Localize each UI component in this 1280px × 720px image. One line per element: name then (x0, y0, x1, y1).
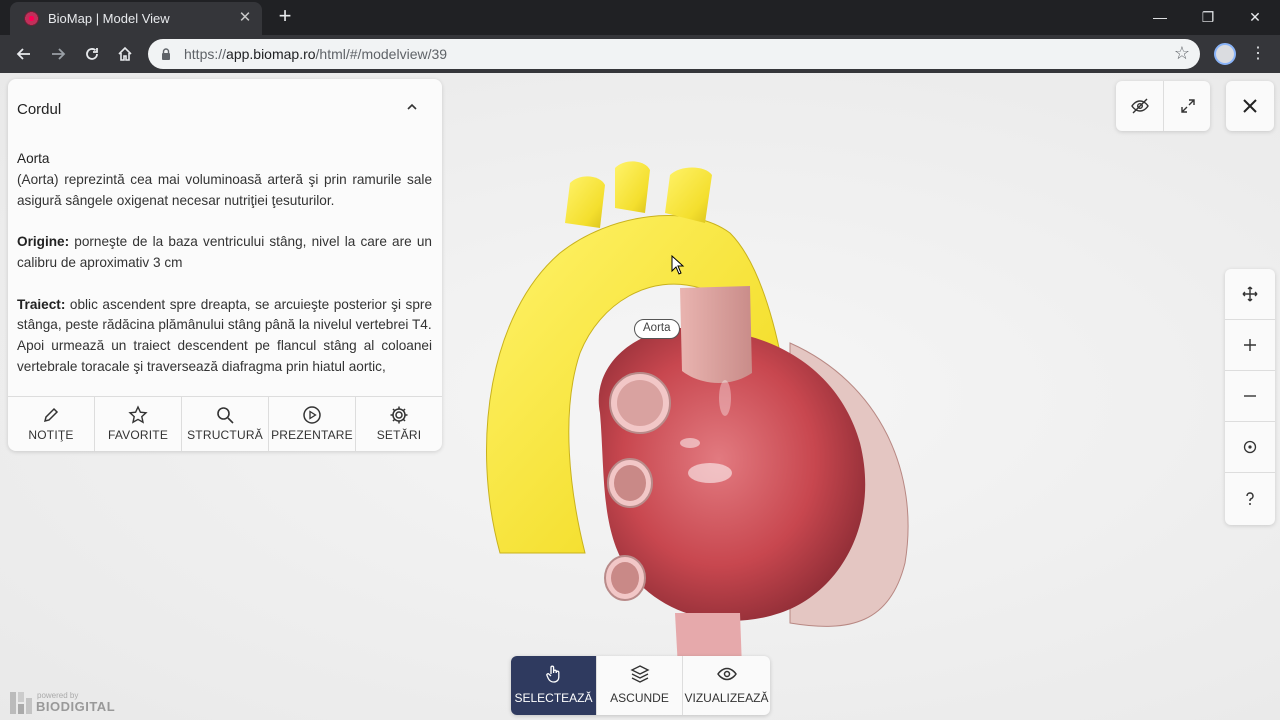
lock-icon (162, 48, 170, 60)
pencil-icon (43, 407, 59, 423)
fullscreen-button[interactable] (1164, 81, 1211, 131)
tab-title: BioMap | Model View (48, 11, 170, 26)
view-controls-group (1116, 81, 1210, 131)
notes-button[interactable]: NOTIŢE (8, 397, 95, 451)
path-paragraph-continued: Apoi urmează un traiect descendent pe fl… (17, 338, 432, 374)
origin-paragraph: Origine: porneşte de la baza ventricului… (17, 234, 432, 270)
forward-button[interactable] (44, 40, 72, 68)
reload-icon (86, 48, 98, 60)
address-bar[interactable]: https://app.biomap.ro/html/#/modelview/3… (148, 39, 1200, 69)
panel-title: Cordul (17, 101, 62, 118)
star-icon (128, 405, 148, 424)
panel-nav: NOTIŢE FAVORITE STRUCTURĂ PREZENTARE SET… (8, 396, 442, 451)
browser-toolbar: https://app.biomap.ro/html/#/modelview/3… (0, 35, 1280, 73)
select-mode-button[interactable]: SELECTEAZĂ (511, 656, 597, 715)
gear-icon (390, 406, 408, 424)
close-viewer-group (1226, 81, 1274, 131)
mode-bar: SELECTEAZĂ ASCUNDE VIZUALIZEAZĂ (511, 656, 770, 715)
zoom-in-button[interactable] (1225, 320, 1275, 371)
close-window-button[interactable]: ✕ (1232, 4, 1278, 30)
target-icon (1243, 440, 1257, 454)
search-icon (217, 407, 234, 424)
model-viewer[interactable]: Aorta Cordul Aorta (Aorta) reprezintă ce… (0, 73, 1280, 720)
move-arrows-icon (1242, 286, 1258, 302)
eye-icon (716, 667, 737, 681)
restore-button[interactable]: ❐ (1185, 4, 1231, 30)
minimize-button[interactable]: — (1137, 4, 1183, 30)
browser-menu-icon[interactable]: ⋮ (1248, 41, 1268, 67)
model-label-chip[interactable]: Aorta (634, 319, 680, 339)
bookmark-star-icon[interactable]: ☆ (1174, 43, 1190, 64)
favicon-icon (24, 11, 39, 26)
play-icon (303, 406, 321, 424)
structure-name: Aorta (17, 151, 50, 166)
home-icon (118, 46, 132, 61)
close-tab-icon[interactable]: ✕ (236, 8, 254, 28)
new-tab-button[interactable]: + (274, 5, 296, 29)
biodigital-logo-icon (10, 692, 32, 714)
browser-tab[interactable]: BioMap | Model View ✕ (10, 2, 262, 35)
expand-icon (1180, 99, 1195, 113)
plus-icon (1244, 339, 1256, 351)
arrow-right-icon (52, 48, 66, 60)
favorites-button[interactable]: FAVORITE (95, 397, 182, 451)
hide-labels-button[interactable] (1116, 81, 1163, 131)
structure-button[interactable]: STRUCTURĂ (182, 397, 269, 451)
home-button[interactable] (111, 40, 139, 68)
close-viewer-button[interactable] (1226, 81, 1274, 131)
pan-button[interactable] (1225, 269, 1275, 320)
reload-button[interactable] (78, 40, 106, 68)
camera-controls (1225, 269, 1275, 525)
powered-by-logo: powered by BIODIGITAL (10, 690, 120, 716)
mouse-cursor-icon (671, 255, 685, 275)
info-panel: Cordul Aorta (Aorta) reprezintă cea mai … (8, 79, 442, 451)
heart-model-image[interactable] (460, 113, 930, 673)
panel-description: Aorta (Aorta) reprezintă cea mai volumin… (17, 149, 432, 395)
close-icon (1243, 99, 1257, 113)
structure-description: (Aorta) reprezintă cea mai voluminoasă a… (17, 171, 432, 208)
settings-button[interactable]: SETĂRI (356, 397, 442, 451)
hide-mode-button[interactable]: ASCUNDE (597, 656, 683, 715)
path-paragraph: Traiect: oblic ascendent spre dreapta, s… (17, 296, 432, 333)
arrow-left-icon (16, 48, 30, 60)
presentation-button[interactable]: PREZENTARE (269, 397, 356, 451)
help-button[interactable] (1225, 473, 1275, 524)
layers-icon (629, 665, 650, 683)
chevron-up-icon[interactable] (404, 99, 420, 115)
zoom-out-button[interactable] (1225, 371, 1275, 422)
hand-pointer-icon (545, 665, 559, 683)
minus-icon (1244, 395, 1256, 397)
help-icon (1246, 491, 1254, 505)
profile-avatar[interactable] (1214, 43, 1236, 65)
center-view-button[interactable] (1225, 422, 1275, 473)
eye-slash-icon (1130, 98, 1149, 114)
url-text: https://app.biomap.ro/html/#/modelview/3… (184, 46, 448, 62)
view-mode-button[interactable]: VIZUALIZEAZĂ (683, 656, 770, 715)
back-button[interactable] (10, 40, 38, 68)
browser-tab-strip: BioMap | Model View ✕ + — ❐ ✕ (0, 0, 1280, 35)
